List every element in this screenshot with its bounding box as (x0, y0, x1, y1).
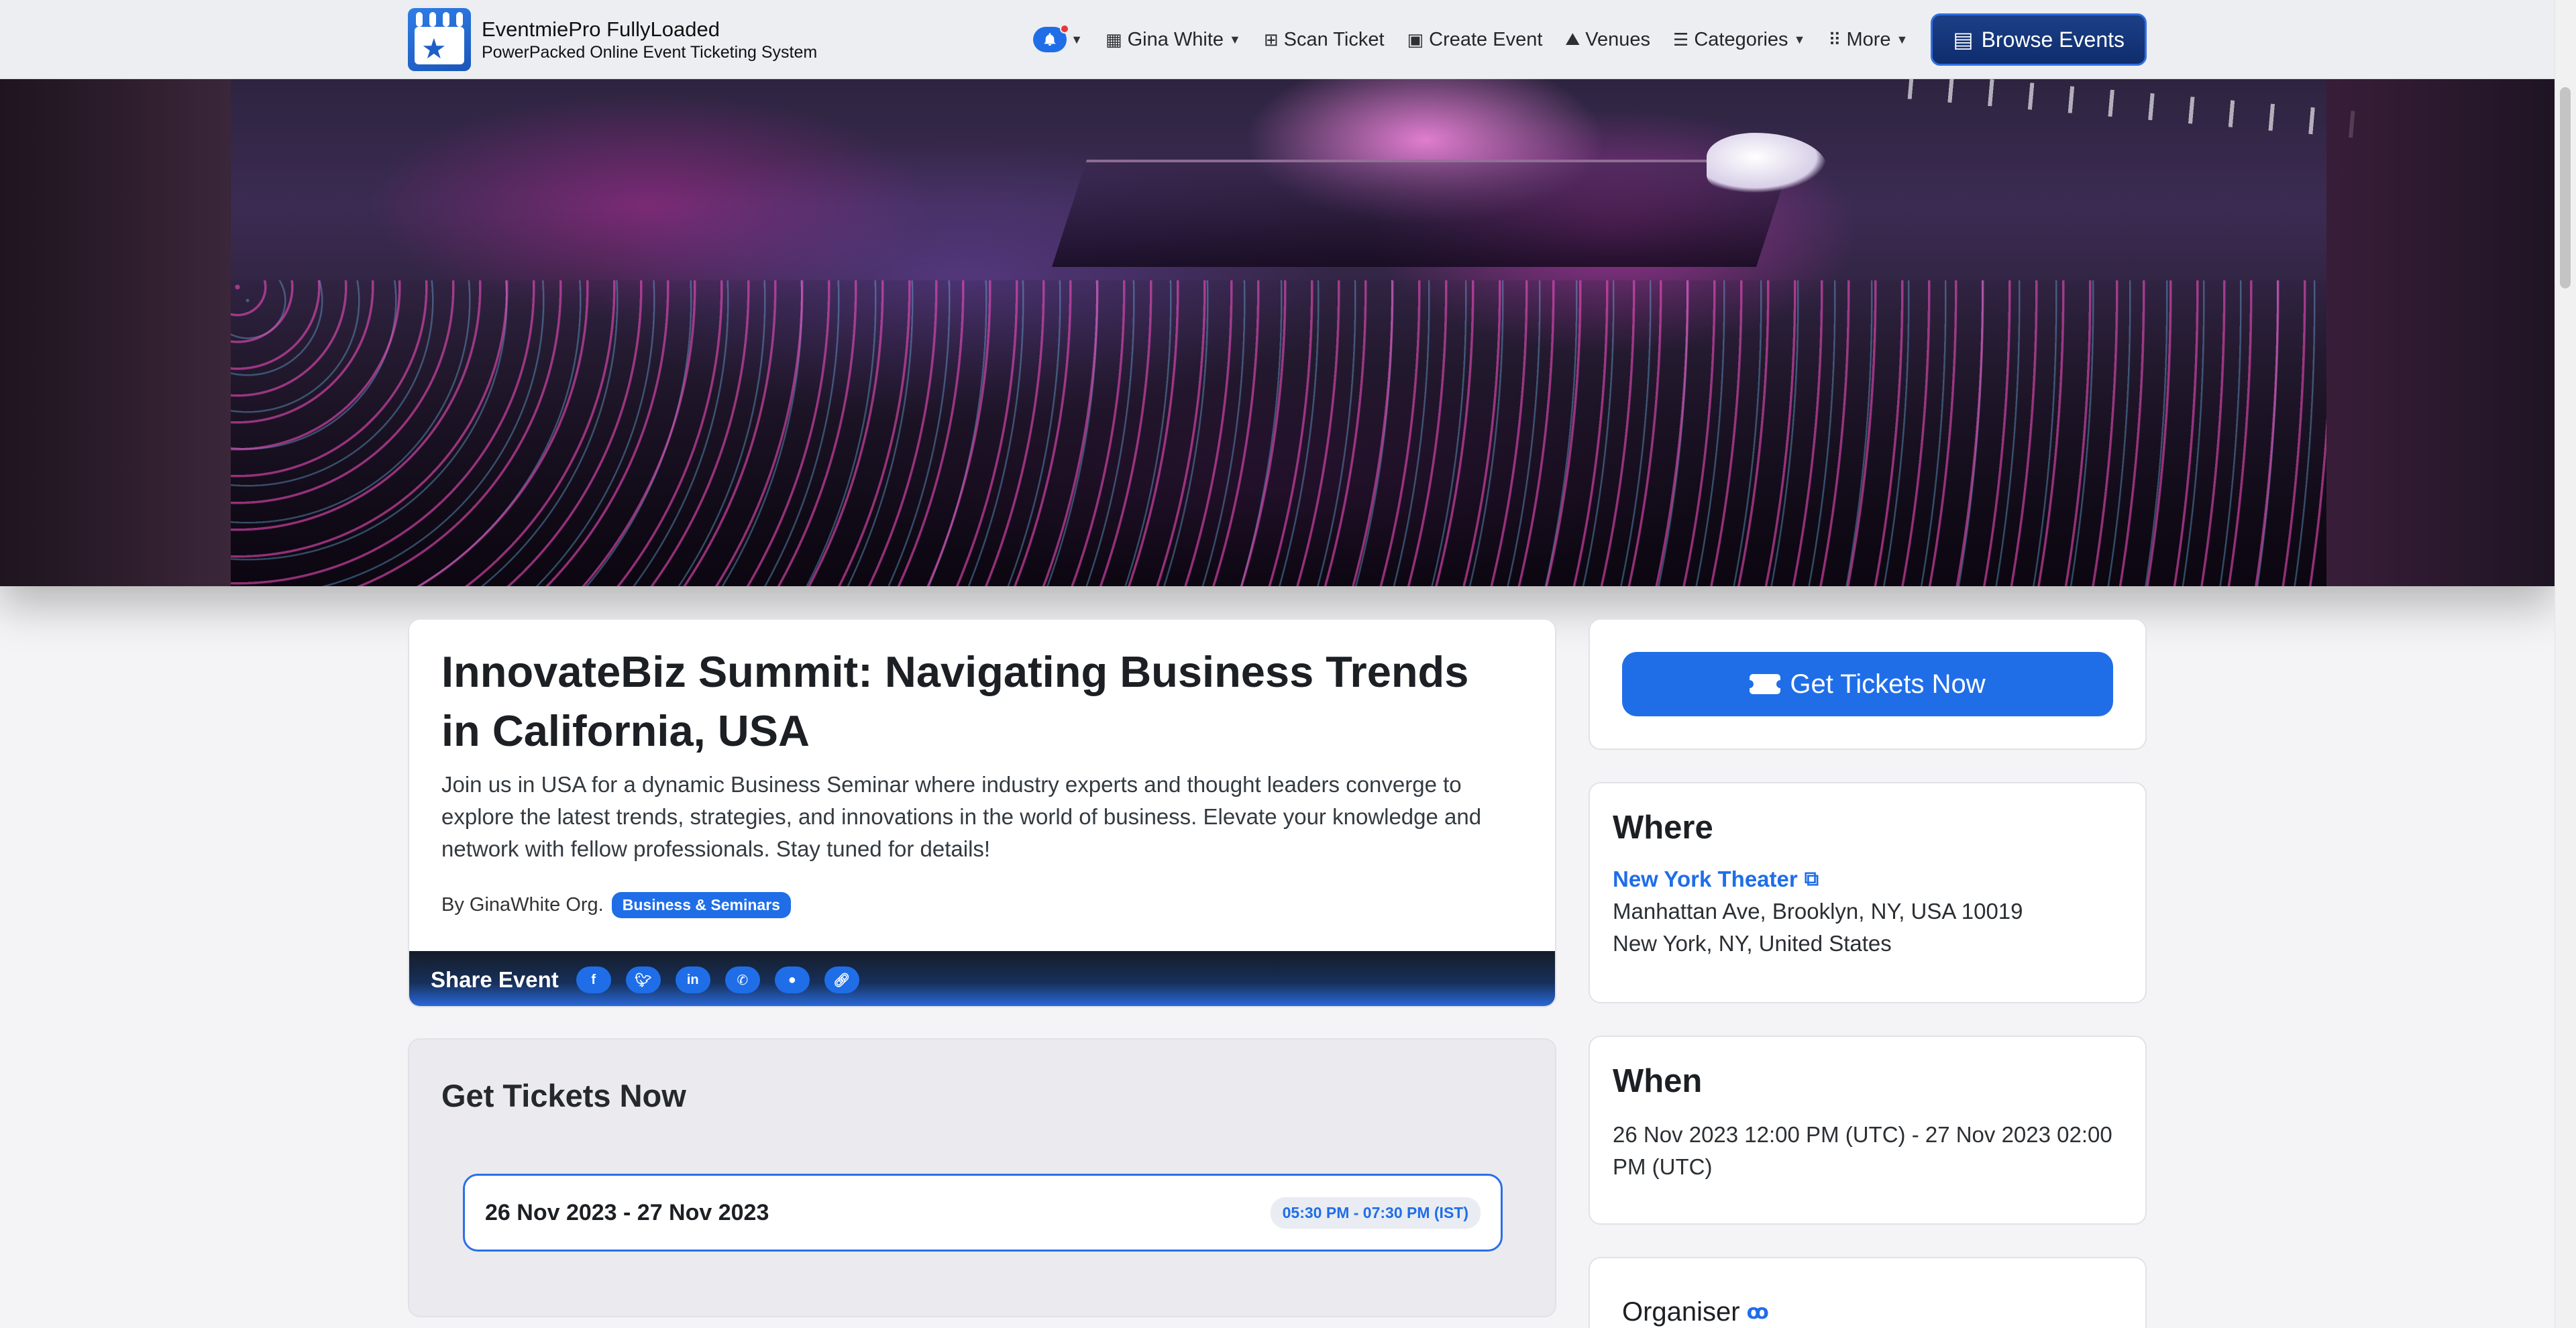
tickets-title: Get Tickets Now (441, 1078, 686, 1113)
nav-categories-label: Categories (1694, 28, 1788, 50)
whatsapp-share-button[interactable]: ✆ (724, 966, 760, 993)
browse-events-label: Browse Events (1981, 27, 2125, 52)
nav-more[interactable]: ⠿ More ▼ (1828, 29, 1908, 51)
facebook-share-button[interactable]: f (576, 966, 611, 993)
brand-text: EventmiePro FullyLoaded PowerPacked Onli… (482, 17, 817, 62)
twitter-icon: 🐦︎ (635, 973, 652, 988)
brand-title: EventmiePro FullyLoaded (482, 17, 720, 41)
nav-venues[interactable]: ⛰ Venues (1565, 29, 1650, 51)
caret-down-icon: ▼ (1793, 32, 1806, 46)
nav-create-event-label: Create Event (1429, 28, 1543, 50)
where-card: Where New York Theater ⧉ Manhattan Ave, … (1589, 782, 2147, 1003)
twitter-share-button[interactable]: 🐦︎ (625, 966, 661, 993)
nav-user-menu[interactable]: ▦ Gina White ▼ (1106, 29, 1241, 51)
nav-categories[interactable]: ☰ Categories ▼ (1673, 29, 1805, 51)
event-title: InnovateBiz Summit: Navigating Business … (441, 647, 1469, 755)
caret-down-icon: ▼ (1071, 32, 1083, 46)
venue-name: New York Theater (1613, 867, 1798, 891)
get-tickets-card: Get Tickets Now (1589, 618, 2147, 750)
category-badge[interactable]: Business & Seminars (611, 892, 791, 918)
when-card: When 26 Nov 2023 12:00 PM (UTC) - 27 Nov… (1589, 1036, 2147, 1225)
venue-address-line1: Manhattan Ave, Brooklyn, NY, USA 10019 (1613, 899, 2023, 924)
when-heading: When (1613, 1063, 1703, 1099)
get-tickets-label: Get Tickets Now (1790, 669, 1986, 699)
hero-banner (0, 79, 2555, 586)
map-location-icon: ⛰ (1565, 29, 1580, 49)
page-scrollbar[interactable] (2555, 0, 2576, 1328)
external-link-icon: ⧉ (1804, 868, 1819, 890)
brand[interactable]: ★ EventmiePro FullyLoaded PowerPacked On… (408, 8, 817, 71)
linkedin-icon: in (686, 972, 699, 987)
event-info-card: InnovateBiz Summit: Navigating Business … (408, 618, 1556, 1007)
nav-scan-ticket[interactable]: ⊞ Scan Ticket (1264, 29, 1385, 51)
event-datetime: 26 Nov 2023 12:00 PM (UTC) - 27 Nov 2023… (1613, 1122, 2112, 1179)
verified-medal-icon: ꝏ (1746, 1301, 1769, 1323)
organiser-heading: Organiser (1622, 1297, 1740, 1327)
facebook-icon: f (591, 972, 596, 987)
copy-link-button[interactable]: 🔗︎ (824, 966, 859, 993)
browse-events-button[interactable]: ▤ Browse Events (1931, 13, 2147, 66)
linkedin-share-button[interactable]: in (675, 966, 710, 993)
caret-down-icon: ▼ (1229, 32, 1241, 46)
event-byline: By GinaWhite Org. Business & Seminars (441, 892, 791, 918)
reddit-icon: ● (788, 972, 796, 987)
notifications-dropdown[interactable]: ▼ (1033, 24, 1083, 52)
building-icon: ▦ (1105, 29, 1122, 50)
nav-create-event[interactable]: ▣ Create Event (1407, 29, 1543, 51)
navbar-inner: ★ EventmiePro FullyLoaded PowerPacked On… (408, 0, 2147, 79)
nav-links: ▼ ▦ Gina White ▼ ⊞ Scan Ticket ▣ Create … (1033, 13, 2147, 66)
whatsapp-icon: ✆ (737, 973, 749, 988)
nav-user-name: Gina White (1127, 28, 1224, 50)
calendar-plus-icon: ▣ (1407, 29, 1424, 50)
grip-vertical-icon: ⠿ (1828, 29, 1841, 50)
link-icon: 🔗︎ (833, 973, 851, 988)
notification-dot (1060, 24, 1070, 34)
organiser-title: Organiser ꝏ (1622, 1297, 1769, 1327)
venue-link[interactable]: New York Theater ⧉ (1613, 867, 1819, 892)
nav-scan-ticket-label: Scan Ticket (1283, 28, 1385, 50)
venue-address-line2: New York, NY, United States (1613, 931, 1892, 956)
brand-logo-icon: ★ (408, 8, 471, 71)
event-poster-image (231, 79, 2378, 586)
event-date-range: 26 Nov 2023 - 27 Nov 2023 (485, 1199, 769, 1225)
bars-icon: ☰ (1673, 29, 1689, 50)
brand-subtitle: PowerPacked Online Event Ticketing Syste… (482, 43, 818, 62)
nav-venues-label: Venues (1585, 28, 1650, 50)
qrcode-icon: ⊞ (1263, 29, 1279, 50)
calendar-icon: ▤ (1953, 27, 1974, 52)
event-time-badge: 05:30 PM - 07:30 PM (IST) (1270, 1197, 1481, 1229)
reddit-share-button[interactable]: ● (774, 966, 810, 993)
share-label: Share Event (431, 967, 559, 992)
organiser-card: Organiser ꝏ (1589, 1257, 2147, 1328)
top-navbar: ★ EventmiePro FullyLoaded PowerPacked On… (0, 0, 2555, 79)
scrollbar-thumb[interactable] (2560, 87, 2571, 288)
event-date-option[interactable]: 26 Nov 2023 - 27 Nov 2023 05:30 PM - 07:… (463, 1174, 1503, 1252)
caret-down-icon: ▼ (1896, 32, 1909, 46)
tickets-section: Get Tickets Now 26 Nov 2023 - 27 Nov 202… (408, 1038, 1556, 1317)
where-heading: Where (1613, 810, 1713, 846)
event-description: Join us in USA for a dynamic Business Se… (441, 772, 1482, 861)
get-tickets-button[interactable]: Get Tickets Now (1622, 652, 2113, 716)
organizer-byline: By GinaWhite Org. (441, 894, 604, 916)
share-bar: Share Event f 🐦︎ in ✆ ● 🔗︎ (409, 951, 1555, 1006)
ticket-icon (1746, 674, 1785, 694)
nav-more-label: More (1846, 28, 1891, 50)
